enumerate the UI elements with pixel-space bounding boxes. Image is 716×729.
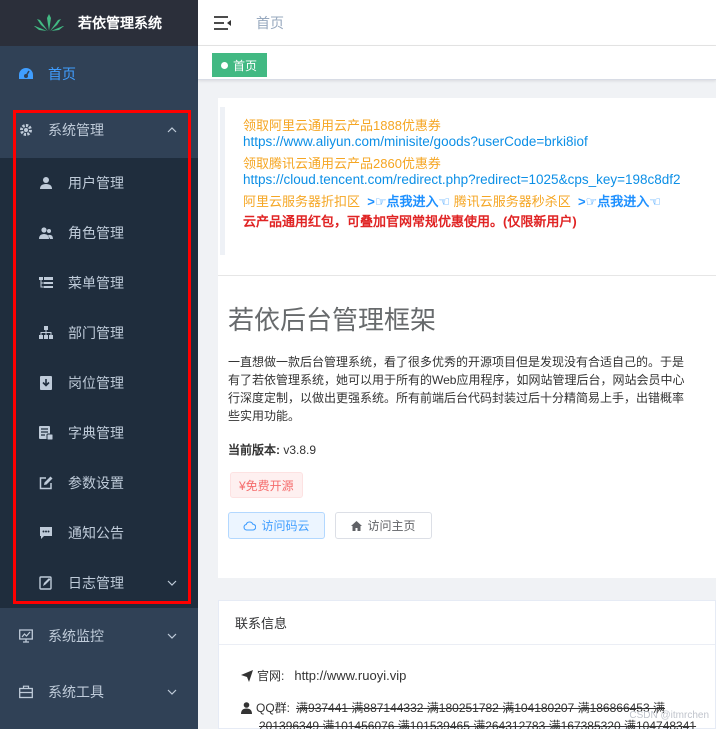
tag-home[interactable]: 首页: [212, 53, 268, 77]
sidebar-item-label: 菜单管理: [68, 275, 124, 291]
promo-aliyun-link[interactable]: https://www.aliyun.com/minisite/goods?us…: [243, 134, 588, 149]
website-row: 官网: http://www.ruoyi.vip: [241, 667, 406, 684]
sidebar-item-label: 系统工具: [48, 684, 104, 700]
user-icon: [241, 701, 252, 714]
breadcrumb: 首页: [256, 14, 284, 31]
logo[interactable]: 若依管理系统: [0, 0, 198, 46]
sidebar-item-monitor[interactable]: 系统监控: [0, 608, 198, 664]
navbar: 首页: [198, 0, 716, 46]
post-icon: [38, 375, 54, 391]
log-icon: [38, 575, 54, 591]
promo-redpacket-text[interactable]: 云产品通用红包，可叠加官网常规优惠使用。(仅限新用户): [243, 211, 577, 230]
sidebar-item-dept[interactable]: 部门管理: [0, 308, 198, 358]
promo-aliyun-text[interactable]: 领取阿里云通用云产品1888优惠券: [243, 115, 441, 134]
tags-view: 首页: [198, 46, 716, 80]
dashboard-icon: [18, 66, 34, 82]
active-dot-icon: [221, 61, 228, 69]
chevron-down-icon: [167, 689, 177, 695]
system-submenu: 用户管理 角色管理 菜单管理 部门管理 岗位管理 字典管理 参数设置 通知公告: [0, 158, 198, 608]
button-label: 访问主页: [367, 519, 416, 533]
qq-label: QQ群:: [256, 701, 291, 715]
contact-card: 联系信息 官网: http://www.ruoyi.vip QQ群: 满9374…: [218, 600, 716, 729]
version-info: 当前版本: v3.8.9: [228, 441, 316, 458]
chevron-down-icon: [167, 633, 177, 639]
version-label: 当前版本:: [228, 443, 280, 457]
framework-title: 若依后台管理框架: [228, 305, 437, 335]
tool-icon: [18, 684, 34, 700]
sidebar-item-label: 首页: [48, 66, 76, 82]
free-tag: ¥免费开源: [230, 472, 303, 498]
sidebar-item-label: 系统管理: [48, 122, 104, 138]
sidebar-item-label: 岗位管理: [68, 375, 124, 391]
edit-icon: [38, 475, 54, 491]
monitor-icon: [18, 628, 34, 644]
visit-home-button[interactable]: 访问主页: [335, 512, 432, 539]
sidebar-item-system[interactable]: 系统管理: [0, 102, 198, 158]
aliyun-enter-link[interactable]: >☞点我进入☜: [364, 194, 450, 209]
website-label: 官网:: [257, 669, 285, 683]
promo-servers-row: 阿里云服务器折扣区 >☞点我进入☜ 腾讯云服务器秒杀区 >☞点我进入☜: [243, 191, 661, 210]
watermark: CSDN @itmrchen: [629, 710, 709, 721]
website-link[interactable]: http://www.ruoyi.vip: [294, 668, 406, 683]
sidebar-item-label: 通知公告: [68, 525, 124, 541]
section-gap: [218, 578, 716, 600]
sidebar-item-dict[interactable]: 字典管理: [0, 408, 198, 458]
aliyun-server-text[interactable]: 阿里云服务器折扣区: [243, 194, 360, 209]
sidebar-item-label: 部门管理: [68, 325, 124, 341]
desc-line: 行深度定制，以做出更强系统。所有前端后台代码封装过后十分精简易上手，出错概率: [228, 391, 685, 405]
promo-notice: 领取阿里云通用云产品1888优惠券 https://www.aliyun.com…: [218, 98, 716, 258]
sidebar-item-label: 用户管理: [68, 175, 124, 191]
promo-tencent-text[interactable]: 领取腾讯云通用云产品2860优惠券: [243, 153, 441, 172]
qq-groups-full[interactable]: 满937441 满887144332 满180251782 满104180207…: [296, 699, 665, 716]
chevron-down-icon: [167, 580, 177, 586]
tag-label: 首页: [233, 58, 258, 73]
chevron-up-icon: [167, 127, 177, 133]
main-content: 领取阿里云通用云产品1888优惠券 https://www.aliyun.com…: [218, 98, 716, 729]
sidebar-item-user[interactable]: 用户管理: [0, 158, 198, 208]
tree-table-icon: [38, 275, 54, 291]
peoples-icon: [38, 225, 54, 241]
qq-row: QQ群: 满937441 满887144332 满180251782 满1041…: [241, 699, 665, 716]
dict-icon: [38, 425, 54, 441]
divider: [218, 275, 716, 276]
sidebar-item-notice[interactable]: 通知公告: [0, 508, 198, 558]
logo-icon: [34, 14, 64, 31]
tencent-server-text[interactable]: 腾讯云服务器秒杀区: [454, 194, 571, 209]
version-value: v3.8.9: [283, 443, 317, 457]
sidebar-item-home[interactable]: 首页: [0, 46, 198, 102]
user-icon: [38, 175, 54, 191]
sidebar-item-label: 系统监控: [48, 628, 104, 644]
home-icon: [351, 520, 363, 531]
desc-line: 些实用功能。: [228, 409, 301, 423]
sidebar-item-role[interactable]: 角色管理: [0, 208, 198, 258]
sidebar-item-label: 日志管理: [68, 575, 124, 591]
sidebar-item-label: 字典管理: [68, 425, 124, 441]
sidebar-item-label: 参数设置: [68, 475, 124, 491]
framework-description: 一直想做一款后台管理系统，看了很多优秀的开源项目但是发现没有合适自己的。于是 有…: [228, 353, 716, 425]
promo-tencent-link[interactable]: https://cloud.tencent.com/redirect.php?r…: [243, 172, 681, 187]
contact-header: 联系信息: [219, 601, 715, 645]
gear-icon: [18, 122, 34, 138]
visit-gitee-button[interactable]: 访问码云: [228, 512, 325, 539]
app-title: 若依管理系统: [78, 15, 162, 31]
notice-border: [220, 107, 225, 255]
tree-icon: [38, 325, 54, 341]
tencent-enter-link[interactable]: >☞点我进入☜: [574, 194, 661, 209]
button-label: 访问码云: [261, 519, 310, 533]
hamburger-icon[interactable]: [214, 15, 232, 31]
desc-line: 有了若依管理系统，她可以用于所有的Web应用程序，如网站管理后台，网站会员中心: [228, 373, 685, 387]
sidebar: 若依管理系统 首页 系统管理 用户管理 角色管理 菜单管理 部门管理 岗位管理 …: [0, 0, 198, 729]
sidebar-item-post[interactable]: 岗位管理: [0, 358, 198, 408]
sidebar-item-menu[interactable]: 菜单管理: [0, 258, 198, 308]
message-icon: [38, 525, 54, 541]
desc-line: 一直想做一款后台管理系统，看了很多优秀的开源项目但是发现没有合适自己的。于是: [228, 355, 685, 369]
send-icon: [241, 669, 253, 682]
cloud-icon: [244, 520, 257, 531]
sidebar-item-config[interactable]: 参数设置: [0, 458, 198, 508]
sidebar-item-tools[interactable]: 系统工具: [0, 664, 198, 720]
sidebar-item-log[interactable]: 日志管理: [0, 558, 198, 608]
sidebar-item-label: 角色管理: [68, 225, 124, 241]
